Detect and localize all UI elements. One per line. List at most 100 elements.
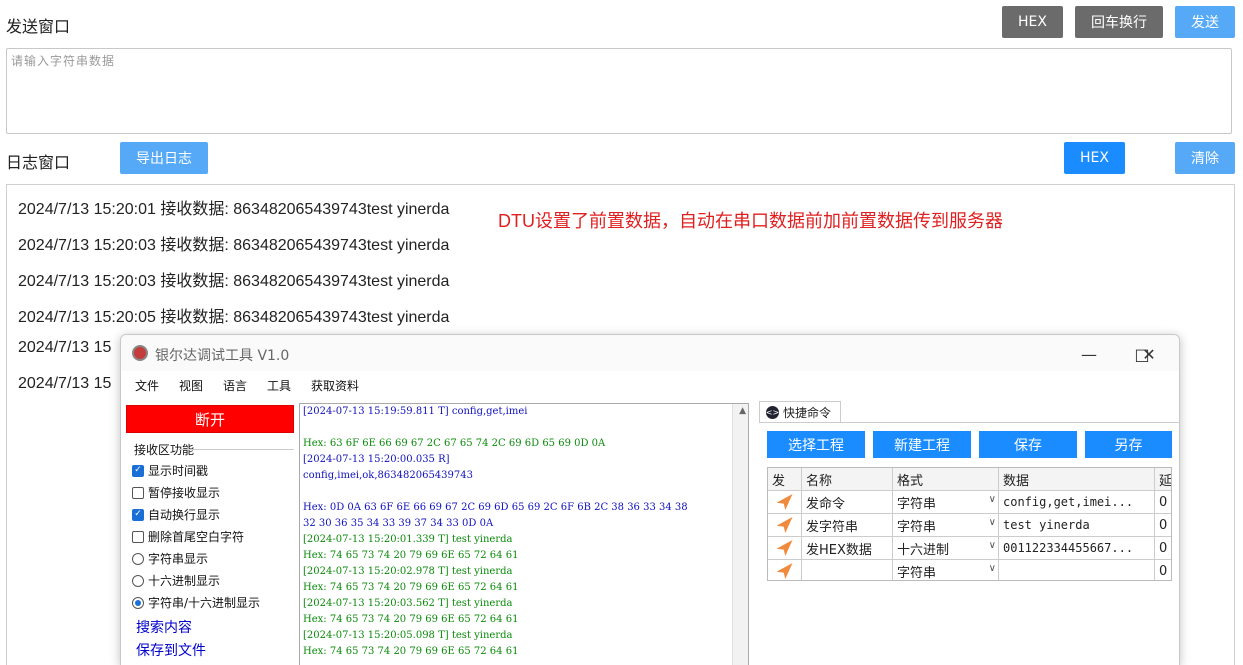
option-auto-wrap[interactable]: ✓ 自动换行显示 <box>132 506 220 523</box>
menu-file[interactable]: 文件 <box>135 377 159 394</box>
log-line: 2024/7/13 15:20:01 接收数据: 863482065439743… <box>18 201 450 218</box>
option-label: 字符串显示 <box>148 552 209 566</box>
chevron-down-icon: ∨ <box>988 517 996 528</box>
option-trim-whitespace[interactable]: 删除首尾空白字符 <box>132 528 244 545</box>
radio-selected-icon[interactable] <box>132 596 144 609</box>
checkbox-icon[interactable] <box>132 530 144 543</box>
send-row-button[interactable] <box>768 491 802 513</box>
log-line: 2024/7/13 15:20:05 接收数据: 863482065439743… <box>18 309 450 326</box>
scroll-up-icon[interactable]: ▲ <box>739 406 746 416</box>
row-name[interactable]: 发HEX数据 <box>802 537 893 559</box>
receive-log-line: [2024-07-13 15:20:03.562 T] test yinerda <box>303 598 513 609</box>
send-hex-button[interactable]: HEX <box>1002 6 1063 38</box>
receive-log-line: [2024-07-13 15:20:05.098 T] test yinerda <box>303 630 513 641</box>
row-data[interactable]: test yinerda <box>999 514 1155 536</box>
row-data[interactable] <box>999 560 1155 580</box>
row-format-select[interactable]: 十六进制 ∨ <box>893 537 999 559</box>
save-to-file-link[interactable]: 保存到文件 <box>136 640 206 660</box>
checkbox-icon[interactable] <box>132 486 144 499</box>
send-arrow-icon <box>776 517 793 533</box>
row-format-select[interactable]: 字符串 ∨ <box>893 560 999 580</box>
format-value: 字符串 <box>897 519 937 535</box>
chevron-down-icon: ∨ <box>988 540 996 551</box>
tab-quick-commands[interactable]: <> 快捷命令 <box>759 401 841 423</box>
search-content-link[interactable]: 搜索内容 <box>136 617 192 637</box>
save-project-button[interactable]: 保存 <box>979 431 1077 458</box>
chevron-down-icon: ∨ <box>988 563 996 574</box>
option-label: 十六进制显示 <box>148 574 221 588</box>
receive-log-line: Hex: 0D 0A 63 6F 6E 66 69 67 2C 69 6D 65… <box>303 502 688 513</box>
quick-command-table: 发 名称 格式 数据 延 发命令 字符串 ∨ config,get,imei...… <box>767 467 1172 581</box>
row-delay[interactable]: 0 <box>1155 491 1171 513</box>
table-row: 发命令 字符串 ∨ config,get,imei... 0 <box>768 491 1171 514</box>
row-data[interactable]: 001122334455667... <box>999 537 1155 559</box>
row-delay[interactable]: 0 <box>1155 560 1171 580</box>
checkbox-checked-icon[interactable]: ✓ <box>132 508 144 521</box>
menu-language[interactable]: 语言 <box>223 377 247 394</box>
menu-view[interactable]: 视图 <box>179 377 203 394</box>
receive-log-line: Hex: 74 65 73 74 20 79 69 6E 65 72 64 61 <box>303 550 519 561</box>
header-name: 名称 <box>802 468 893 490</box>
send-row-button[interactable] <box>768 514 802 536</box>
send-input[interactable] <box>6 48 1232 134</box>
option-label: 自动换行显示 <box>148 508 221 522</box>
row-name[interactable] <box>802 560 893 580</box>
log-window-label: 日志窗口 <box>6 153 71 172</box>
log-line: 2024/7/13 15:20:03 接收数据: 863482065439743… <box>18 273 450 290</box>
send-arrow-icon <box>776 540 793 556</box>
send-arrow-icon <box>776 494 793 510</box>
receive-log-line: [2024-07-13 15:19:59.811 T] config,get,i… <box>303 406 528 417</box>
scrollbar[interactable]: ▲ <box>732 404 748 665</box>
app-logo-icon <box>132 345 148 361</box>
receive-log[interactable]: ▲ [2024-07-13 15:19:59.811 T] config,get… <box>299 403 749 665</box>
option-string-hex-display[interactable]: 字符串/十六进制显示 <box>132 594 260 611</box>
receive-log-line: config,imei,ok,863482065439743 <box>303 470 473 481</box>
row-delay[interactable]: 0 <box>1155 514 1171 536</box>
format-value: 字符串 <box>897 496 937 512</box>
export-log-button[interactable]: 导出日志 <box>120 142 208 174</box>
minimize-icon[interactable]: — <box>1069 341 1109 367</box>
new-project-button[interactable]: 新建工程 <box>873 431 971 458</box>
code-icon: <> <box>765 406 780 419</box>
save-as-button[interactable]: 另存 <box>1085 431 1172 458</box>
send-row-button[interactable] <box>768 537 802 559</box>
annotation-note: DTU设置了前置数据，自动在串口数据前加前置数据传到服务器 <box>498 211 1003 231</box>
row-data[interactable]: config,get,imei... <box>999 491 1155 513</box>
send-window-label: 发送窗口 <box>6 17 71 36</box>
table-row: 字符串 ∨ 0 <box>768 560 1171 580</box>
select-project-button[interactable]: 选择工程 <box>767 431 865 458</box>
header-send: 发 <box>768 468 802 490</box>
header-format: 格式 <box>893 468 999 490</box>
row-format-select[interactable]: 字符串 ∨ <box>893 491 999 513</box>
option-label: 暂停接收显示 <box>148 486 221 500</box>
checkbox-checked-icon[interactable]: ✓ <box>132 464 144 477</box>
clear-log-button[interactable]: 清除 <box>1175 142 1235 174</box>
send-row-button[interactable] <box>768 560 802 580</box>
menu-tools[interactable]: 工具 <box>267 377 291 394</box>
debug-tool-window: 银尔达调试工具 V1.0 — □ ✕ 文件 视图 语言 工具 获取资料 断开 接… <box>120 334 1180 665</box>
log-hex-button[interactable]: HEX <box>1064 142 1125 174</box>
row-format-select[interactable]: 字符串 ∨ <box>893 514 999 536</box>
row-name[interactable]: 发命令 <box>802 491 893 513</box>
send-arrow-icon <box>776 563 793 579</box>
close-icon[interactable]: ✕ <box>1129 341 1169 367</box>
option-show-timestamp[interactable]: ✓ 显示时间戳 <box>132 462 208 479</box>
option-pause-display[interactable]: 暂停接收显示 <box>132 484 220 501</box>
receive-log-line: Hex: 74 65 73 74 20 79 69 6E 65 72 64 61 <box>303 582 519 593</box>
row-delay[interactable]: 0 <box>1155 537 1171 559</box>
receive-log-line: Hex: 63 6F 6E 66 69 67 2C 67 65 74 2C 69… <box>303 438 606 449</box>
crlf-button[interactable]: 回车换行 <box>1075 6 1163 38</box>
row-name[interactable]: 发字符串 <box>802 514 893 536</box>
window-titlebar[interactable]: 银尔达调试工具 V1.0 — □ ✕ <box>121 335 1179 371</box>
window-title: 银尔达调试工具 V1.0 <box>155 348 290 364</box>
menu-resources[interactable]: 获取资料 <box>311 377 359 394</box>
option-string-display[interactable]: 字符串显示 <box>132 550 208 567</box>
send-button[interactable]: 发送 <box>1175 6 1235 38</box>
radio-icon[interactable] <box>132 574 144 587</box>
option-hex-display[interactable]: 十六进制显示 <box>132 572 220 589</box>
tab-label: 快捷命令 <box>783 406 832 420</box>
disconnect-button[interactable]: 断开 <box>126 405 294 433</box>
radio-icon[interactable] <box>132 552 144 565</box>
receive-log-line: [2024-07-13 15:20:02.978 T] test yinerda <box>303 566 513 577</box>
menu-bar: 文件 视图 语言 工具 获取资料 <box>121 373 1179 399</box>
